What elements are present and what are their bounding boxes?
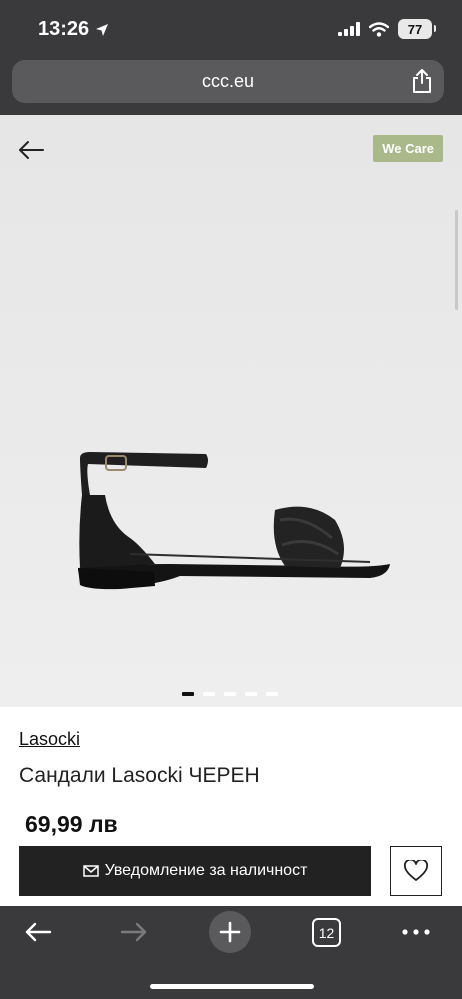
new-tab-button[interactable] (209, 911, 251, 953)
product-image-sandal (78, 452, 390, 590)
gallery-dot[interactable] (245, 692, 257, 696)
notify-button-label: Уведомление за наличност (104, 862, 308, 879)
plus-icon (219, 921, 241, 943)
product-gallery[interactable]: We Care (0, 115, 462, 707)
status-icons: 77 (338, 19, 436, 39)
gallery-dot[interactable] (266, 692, 278, 696)
back-arrow-icon[interactable] (17, 138, 45, 162)
url-text: ccc.eu (201, 71, 255, 91)
heart-icon (404, 860, 428, 881)
more-menu-button[interactable] (400, 916, 432, 948)
forward-arrow-icon (120, 922, 147, 942)
scroll-indicator (455, 210, 458, 310)
tab-count: 12 (318, 924, 335, 941)
we-care-badge: We Care (373, 135, 443, 162)
battery-level: 77 (407, 21, 423, 37)
location-arrow-icon (96, 23, 109, 36)
signal-icon (338, 22, 360, 36)
mail-icon (82, 865, 99, 877)
tabs-button[interactable]: 12 (312, 918, 341, 947)
gallery-pagination[interactable] (182, 692, 278, 696)
brand-link[interactable]: Lasocki (19, 729, 80, 750)
battery-indicator: 77 (398, 19, 436, 39)
wifi-icon (369, 21, 389, 37)
time-label: 13:26 (38, 18, 90, 40)
status-bar-time: 13:26 (38, 18, 109, 41)
gallery-dot[interactable] (203, 692, 215, 696)
address-bar[interactable]: ccc.eu (12, 60, 444, 103)
product-price: 69,99 лв (25, 811, 118, 837)
more-icon (402, 929, 430, 935)
product-title: Сандали Lasocki ЧЕРЕН (19, 764, 260, 787)
toolbar-back-button[interactable] (22, 916, 54, 948)
notify-availability-button[interactable]: Уведомление за наличност (19, 846, 371, 896)
gallery-dot[interactable] (224, 692, 236, 696)
browser-top-chrome: 13:26 77 ccc.eu (0, 0, 462, 115)
wishlist-button[interactable] (390, 846, 442, 896)
share-icon[interactable] (410, 68, 434, 94)
browser-toolbar: 12 (0, 906, 462, 999)
home-indicator (150, 984, 314, 989)
gallery-dot[interactable] (182, 692, 194, 696)
toolbar-forward-button[interactable] (118, 916, 150, 948)
back-arrow-icon (25, 922, 52, 942)
